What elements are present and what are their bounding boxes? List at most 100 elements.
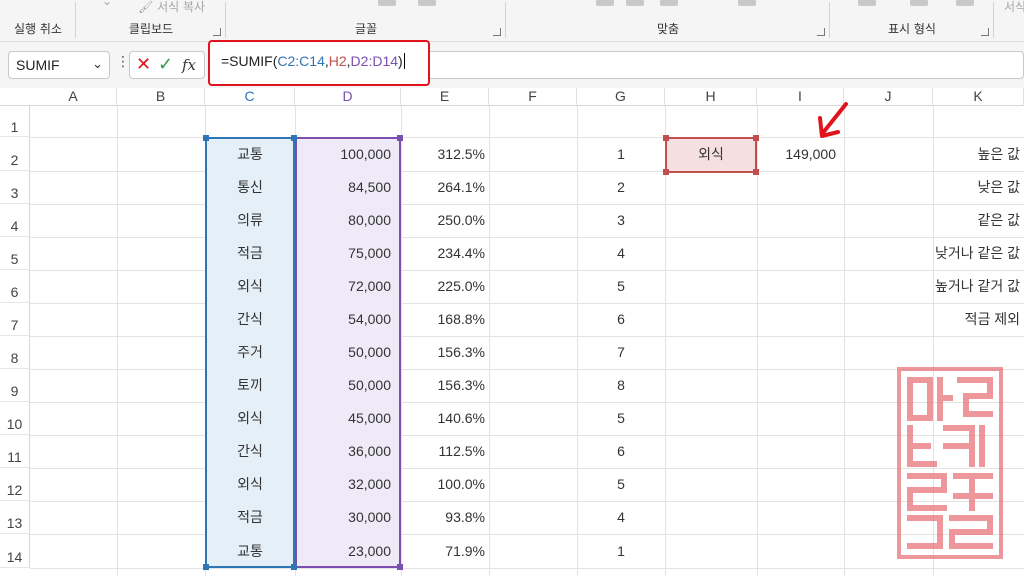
cell-category[interactable]: 외식 [205,270,295,303]
cell-amount[interactable]: 50,000 [295,369,401,402]
cell-percent[interactable]: 156.3% [401,336,489,369]
cell-amount[interactable]: 75,000 [295,237,401,270]
chevron-down-icon[interactable]: ⌄ [92,56,103,72]
cell-rank[interactable]: 6 [577,303,665,336]
range-handle[interactable] [291,564,297,570]
range-handle[interactable] [753,135,759,141]
cell-amount[interactable]: 84,500 [295,171,401,204]
range-handle[interactable] [291,135,297,141]
cell-percent[interactable]: 234.4% [401,237,489,270]
cell-percent[interactable]: 100.0% [401,468,489,501]
range-handle[interactable] [203,135,209,141]
clipboard-launcher-icon[interactable] [213,28,221,36]
cell-rank[interactable]: 7 [577,336,665,369]
cell-percent[interactable]: 225.0% [401,270,489,303]
cell-label[interactable]: 낮은 값 [933,171,1024,204]
row-header[interactable]: 2 [0,137,30,171]
cell-percent[interactable]: 168.8% [401,303,489,336]
cell-category[interactable]: 적금 [205,237,295,270]
font-launcher-icon[interactable] [493,28,501,36]
merge-button[interactable] [738,0,756,6]
cell-rank[interactable]: 2 [577,171,665,204]
cell-category[interactable]: 간식 [205,435,295,468]
cell-rank[interactable]: 4 [577,237,665,270]
range-handle[interactable] [753,169,759,175]
cell-rank[interactable]: 6 [577,435,665,468]
column-header[interactable]: B [117,88,205,106]
name-box[interactable]: SUMIF ⌄ [8,51,110,79]
cell-percent[interactable]: 250.0% [401,204,489,237]
cell-rank[interactable]: 3 [577,204,665,237]
align-button[interactable] [626,0,644,6]
cell-category[interactable]: 토끼 [205,369,295,402]
number-format-button[interactable] [858,0,876,6]
align-button[interactable] [596,0,614,6]
cell-rank[interactable]: 4 [577,501,665,534]
cell-amount[interactable]: 100,000 [295,137,401,171]
row-header[interactable]: 7 [0,303,30,336]
cell-rank[interactable]: 1 [577,137,665,171]
range-handle[interactable] [397,564,403,570]
range-handle[interactable] [203,564,209,570]
cell-amount[interactable]: 72,000 [295,270,401,303]
range-handle[interactable] [663,135,669,141]
alignment-launcher-icon[interactable] [817,28,825,36]
cell-rank[interactable]: 5 [577,402,665,435]
wrap-button[interactable] [660,0,678,6]
row-header[interactable]: 6 [0,270,30,303]
cell-category[interactable]: 외식 [205,468,295,501]
row-header[interactable]: 3 [0,171,30,204]
font-button[interactable] [378,0,396,6]
cell-category[interactable]: 외식 [205,402,295,435]
row-header[interactable]: 12 [0,468,30,501]
cell-percent[interactable]: 264.1% [401,171,489,204]
column-header[interactable]: C [205,88,295,106]
cell-amount[interactable]: 45,000 [295,402,401,435]
cell-rank[interactable]: 5 [577,468,665,501]
row-header[interactable]: 11 [0,435,30,468]
cell-rank[interactable]: 5 [577,270,665,303]
comma-button[interactable] [956,0,974,6]
dropdown-arrow-icon[interactable]: ⌄ [102,0,112,8]
number-format-launcher-icon[interactable] [981,28,989,36]
column-header[interactable]: D [295,88,401,106]
cell-amount[interactable]: 54,000 [295,303,401,336]
cell-percent[interactable]: 71.9% [401,534,489,568]
formula-input-extension[interactable] [430,51,1024,79]
row-header[interactable]: 1 [0,106,30,137]
enter-icon[interactable]: ✓ [158,54,173,75]
cancel-icon[interactable]: ✕ [136,54,151,75]
cell-label[interactable]: 같은 값 [933,204,1024,237]
cell-category[interactable]: 교통 [205,137,295,171]
cell-percent[interactable]: 112.5% [401,435,489,468]
cell-percent[interactable]: 312.5% [401,137,489,171]
row-header[interactable]: 8 [0,336,30,369]
column-header[interactable]: A [30,88,117,106]
cell-label[interactable]: 높거나 같거 값 [933,270,1024,303]
row-header[interactable]: 10 [0,402,30,435]
cell-category[interactable]: 적금 [205,501,295,534]
insert-function-icon[interactable]: fx [182,56,196,74]
row-header[interactable]: 5 [0,237,30,270]
cell-amount[interactable]: 80,000 [295,204,401,237]
cell-amount[interactable]: 32,000 [295,468,401,501]
column-header[interactable]: H [665,88,757,106]
cell-amount[interactable]: 36,000 [295,435,401,468]
cell-category[interactable]: 간식 [205,303,295,336]
cell-category[interactable]: 의류 [205,204,295,237]
column-header[interactable]: J [844,88,933,106]
column-header[interactable]: F [489,88,577,106]
cell-criteria[interactable]: 외식 [665,137,757,171]
percent-button[interactable] [910,0,928,6]
cell-amount[interactable]: 50,000 [295,336,401,369]
cell-category[interactable]: 통신 [205,171,295,204]
cell-percent[interactable]: 140.6% [401,402,489,435]
cell-category[interactable]: 교통 [205,534,295,568]
cell-label[interactable]: 높은 값 [933,137,1024,171]
row-header[interactable]: 14 [0,534,30,568]
cell-rank[interactable]: 1 [577,534,665,568]
row-header[interactable]: 4 [0,204,30,237]
range-handle[interactable] [663,169,669,175]
more-options-icon[interactable]: ⋮ [116,54,130,70]
font-button[interactable] [418,0,436,6]
